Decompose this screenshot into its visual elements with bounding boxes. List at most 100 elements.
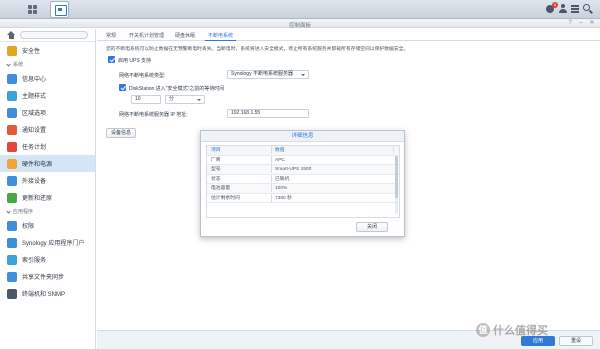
wait-time-value: 10 [135, 96, 141, 102]
sidebar-search-input[interactable] [20, 31, 88, 39]
sidebar-item[interactable]: 区域选项 [0, 104, 95, 121]
ups-description: 您的不断电系统可以防止数据在无预警断电时丢失。当断电时，系统将进入安全模式，停止… [106, 47, 409, 52]
sidebar-item[interactable]: 任务计划 [0, 138, 95, 155]
cell-item: 电池容量 [211, 186, 231, 191]
sidebar-item-label: 区域选项 [22, 111, 47, 117]
grid-scrollbar[interactable] [395, 156, 398, 214]
window-titlebar[interactable]: 控制面板 ? – ✕ [0, 19, 600, 29]
sidebar-section-label: 应用程序 [13, 209, 34, 215]
ups-type-label: 网络不断电系统类型: [119, 73, 166, 79]
sidebar-item-label: 通知设置 [22, 128, 47, 134]
table-row[interactable]: 电池容量 100% [207, 184, 399, 194]
wait-time-input[interactable]: 10 [131, 95, 161, 104]
watermark-text: 什么值得买 [493, 325, 548, 337]
safe-mode-label: DiskStation 进入"安全模式"之前的等待时间 [129, 86, 225, 92]
sidebar-item-label: 安全性 [22, 49, 41, 55]
cell-value: 7380 秒 [275, 195, 292, 201]
sidebar-item[interactable]: 安全性 [0, 42, 95, 59]
sidebar-item-icon [7, 158, 17, 169]
sidebar-item[interactable]: 终端机和 SNMP [0, 285, 95, 302]
sidebar: 安全性系统信息中心主题样式区域选项通知设置任务计划硬件和电源外接设备更新和还原应… [0, 29, 96, 349]
dialog-title: 详细信息 [201, 131, 404, 142]
cell-value: Smart-UPS 1500 [275, 167, 312, 172]
table-row[interactable]: 估计剩余时间 7380 秒 [207, 193, 399, 203]
sidebar-item-label: 信息中心 [22, 77, 47, 83]
help-icon[interactable]: ? [566, 20, 574, 27]
chevron-down-icon [6, 208, 11, 214]
sidebar-item-label: 任务计划 [22, 145, 47, 151]
sidebar-item[interactable]: Synology 应用程序门户 [0, 234, 95, 251]
grid-header: 项目 数值 [207, 146, 399, 156]
sidebar-item-icon [7, 254, 17, 265]
wait-unit-select[interactable]: 分 [165, 95, 205, 104]
sidebar-item[interactable]: 通知设置 [0, 121, 95, 138]
sidebar-item-icon [7, 45, 17, 56]
chevron-down-icon [197, 98, 201, 101]
sidebar-item-label: 索引服务 [22, 258, 47, 264]
cell-item: 厂商 [211, 157, 221, 163]
home-icon[interactable] [7, 31, 16, 39]
grid-rows: 厂商 APC 型号 Smart-UPS 1500 状态 已联机电池容量 100% 估计剩余时间… [207, 155, 399, 203]
details-grid: 项目 数值 厂商 APC 型号 Smart-UPS 1500 状态 已联机电池容量 100%… [206, 145, 400, 218]
sidebar-item-icon [7, 271, 17, 282]
sidebar-item[interactable]: 权限 [0, 217, 95, 234]
tab-bar: 常规 开关机计划管理 硬盘休眠 不断电系统 [97, 29, 600, 41]
window-title: 控制面板 [288, 22, 311, 29]
user-icon[interactable] [557, 3, 569, 15]
server-ip-value: 192.168.1.55 [231, 110, 261, 116]
tab-general[interactable]: 常规 [103, 31, 119, 41]
cell-item: 状态 [211, 176, 221, 182]
sidebar-item-label: 主题样式 [22, 94, 47, 100]
sidebar-item[interactable]: 更新和还原 [0, 189, 95, 206]
device-info-button[interactable]: 设备信息 [106, 128, 136, 138]
control-panel-taskbar-icon[interactable] [50, 1, 69, 18]
sidebar-item-label: Synology 应用程序门户 [22, 241, 85, 247]
sidebar-item[interactable]: 索引服务 [0, 251, 95, 268]
table-row[interactable]: 型号 Smart-UPS 1500 [207, 165, 399, 175]
tab-ups[interactable]: 不断电系统 [205, 31, 237, 41]
watermark: 值 什么值得买 [476, 322, 548, 338]
safe-mode-checkbox[interactable] [119, 84, 126, 91]
sidebar-item-label: 硬件和电源 [22, 162, 53, 168]
dialog-close-button[interactable]: 关闭 [356, 222, 388, 232]
sidebar-item[interactable]: 硬件和电源 [0, 155, 95, 172]
enable-ups-checkbox[interactable] [108, 56, 115, 63]
options-icon[interactable] [569, 3, 581, 15]
sidebar-item[interactable]: 主题样式 [0, 87, 95, 104]
column-header-item[interactable]: 项目 [211, 146, 221, 155]
table-row[interactable]: 状态 已联机 [207, 174, 399, 184]
chevron-down-icon [301, 73, 305, 76]
sidebar-item-label: 权限 [22, 224, 35, 230]
cell-item: 型号 [211, 167, 221, 172]
cell-value: 100% [275, 186, 288, 191]
sidebar-item-icon [7, 141, 17, 152]
sidebar-item-label: 更新和还原 [22, 196, 53, 202]
ups-type-select[interactable]: Synology 不断电系统服务器 [227, 70, 309, 79]
cell-value: 已联机 [275, 176, 290, 182]
minimize-icon[interactable]: – [577, 20, 585, 27]
tab-power-schedule[interactable]: 开关机计划管理 [126, 31, 167, 41]
notification-icon[interactable]: 1 [544, 2, 558, 15]
column-header-value[interactable]: 数值 [275, 146, 285, 155]
sidebar-item-icon [7, 220, 17, 231]
main-menu-icon[interactable] [23, 1, 42, 18]
sidebar-item-icon [7, 288, 17, 299]
server-ip-input[interactable]: 192.168.1.55 [227, 109, 309, 118]
cell-value: APC [275, 157, 285, 163]
sidebar-item-icon [7, 192, 17, 203]
sidebar-item[interactable]: 外接设备 [0, 172, 95, 189]
sidebar-item-icon [7, 107, 17, 118]
sidebar-item[interactable]: 共享文件夹同步 [0, 268, 95, 285]
reset-button[interactable]: 重设 [559, 336, 593, 346]
sidebar-section-header[interactable]: 应用程序 [0, 206, 95, 217]
tab-hdd-hibernation[interactable]: 硬盘休眠 [172, 31, 198, 41]
table-row[interactable]: 厂商 APC [207, 155, 399, 165]
sidebar-item-label: 终端机和 SNMP [22, 292, 66, 298]
sidebar-item[interactable]: 信息中心 [0, 70, 95, 87]
close-icon[interactable]: ✕ [588, 20, 596, 27]
sidebar-item-icon [7, 237, 17, 248]
control-panel-window: 控制面板 ? – ✕ 安全性系统信息中心主题样式区域选项通知设置任务计划硬件和电… [0, 19, 600, 349]
search-icon[interactable] [582, 3, 594, 15]
sidebar-section-header[interactable]: 系统 [0, 59, 95, 70]
sidebar-item-label: 外接设备 [22, 179, 47, 185]
